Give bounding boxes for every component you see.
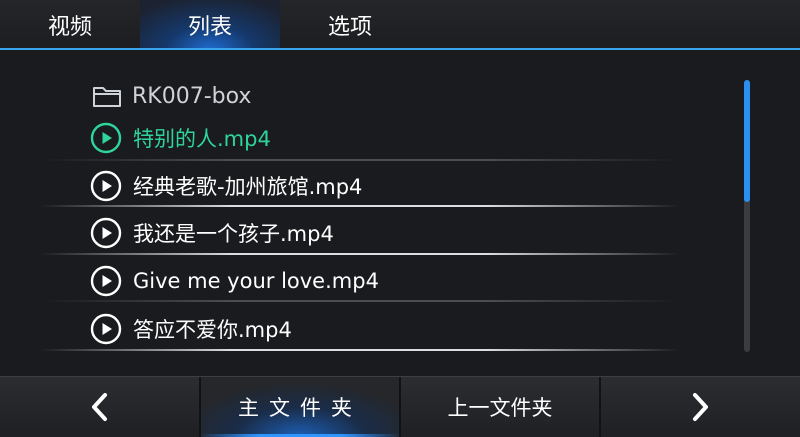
file-name: 特别的人.mp4 [133, 127, 271, 151]
toolbar-divider [399, 377, 401, 437]
toolbar-divider [599, 377, 601, 437]
current-folder: RK007-box [92, 80, 251, 112]
file-name: 我还是一个孩子.mp4 [133, 222, 334, 246]
tab-bar: 视频 列表 选项 [0, 0, 800, 50]
file-name: 答应不爱你.mp4 [133, 318, 292, 342]
scrollbar[interactable] [744, 80, 750, 352]
chevron-right-icon [693, 393, 708, 421]
parent-folder-button[interactable]: 上一文件夹 [400, 377, 600, 437]
file-list: RK007-box 特别的人.mp4 经典老歌-加州旅馆.mp4 我还是一个孩子… [0, 50, 800, 376]
home-folder-label: 主文件夹 [238, 396, 362, 420]
list-item-file[interactable]: 答应不爱你.mp4 [90, 309, 690, 349]
list-item-file[interactable]: 我还是一个孩子.mp4 [90, 213, 690, 253]
tab-list[interactable]: 列表 [140, 0, 280, 50]
row-divider [40, 205, 680, 207]
scrollbar-thumb[interactable] [744, 80, 750, 202]
tab-options[interactable]: 选项 [280, 0, 420, 50]
row-divider [40, 349, 680, 351]
file-name: 经典老歌-加州旅馆.mp4 [133, 175, 363, 199]
row-divider [40, 300, 680, 302]
list-item-file[interactable]: Give me your love.mp4 [90, 261, 690, 301]
folder-name: RK007-box [132, 83, 252, 109]
bottom-toolbar: 主文件夹 上一文件夹 [0, 376, 800, 437]
parent-folder-label: 上一文件夹 [447, 396, 553, 420]
folder-icon [93, 87, 121, 107]
play-circle-icon [90, 217, 122, 249]
play-circle-icon [90, 122, 122, 154]
list-item-file[interactable]: 经典老歌-加州旅馆.mp4 [90, 166, 690, 206]
next-button[interactable] [600, 377, 800, 437]
tab-video[interactable]: 视频 [0, 0, 140, 50]
row-divider [40, 159, 680, 161]
play-circle-icon [90, 313, 122, 345]
previous-button[interactable] [0, 377, 200, 437]
file-name: Give me your love.mp4 [133, 269, 379, 293]
home-folder-button[interactable]: 主文件夹 [200, 377, 400, 437]
play-circle-icon [90, 265, 122, 297]
toolbar-divider [199, 377, 201, 437]
chevron-left-icon [92, 393, 107, 421]
list-item-file[interactable]: 特别的人.mp4 [90, 118, 690, 158]
play-circle-icon [90, 170, 122, 202]
row-divider [40, 253, 680, 255]
